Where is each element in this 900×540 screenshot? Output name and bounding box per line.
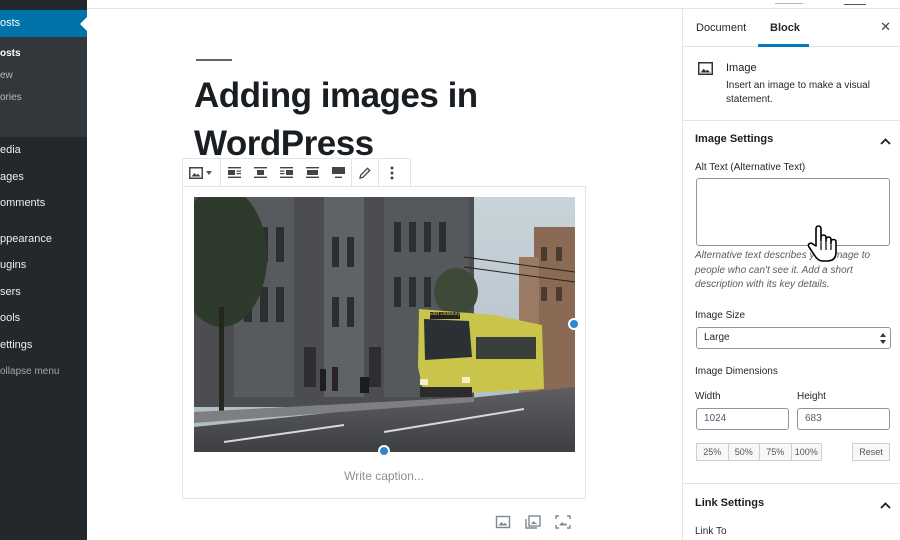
admin-menu-tools[interactable]: ools (0, 311, 20, 325)
link-settings-panel-toggle[interactable]: Link Settings (683, 485, 900, 521)
image-settings-panel-toggle[interactable]: Image Settings (683, 121, 900, 157)
submenu-categories[interactable]: ories (0, 91, 22, 105)
top-bar-control[interactable] (844, 0, 866, 5)
image-inserter-icon[interactable] (495, 515, 511, 534)
image-size-select[interactable]: Large (696, 327, 891, 349)
admin-menu-posts[interactable]: osts (0, 10, 87, 37)
editor-top-bar (87, 0, 900, 9)
width-label: Width (695, 391, 721, 402)
reset-dimensions-button[interactable]: Reset (852, 443, 890, 461)
block-inserters (495, 515, 571, 534)
admin-menu-posts-label: osts (0, 17, 21, 29)
block-card-title: Image (726, 62, 757, 74)
admin-menu-settings[interactable]: ettings (0, 338, 32, 352)
image-settings-title: Image Settings (695, 133, 774, 145)
full-width-button[interactable] (325, 159, 351, 186)
image-size-label: Image Size (695, 310, 746, 321)
admin-menu-plugins[interactable]: ugins (0, 258, 26, 272)
block-card: Image Insert an image to make a visual s… (683, 47, 900, 121)
link-settings-title: Link Settings (695, 497, 765, 509)
admin-menu-pages[interactable]: ages (0, 170, 24, 184)
image-size-value: Large (704, 332, 730, 343)
resize-handle-bottom[interactable] (378, 445, 390, 457)
align-right-button[interactable] (273, 159, 299, 186)
alt-text-field[interactable] (696, 178, 890, 246)
admin-sidebar: osts osts ew ories edia ages omments ppe… (0, 0, 87, 540)
panel-divider (682, 120, 900, 121)
sidebar-tabs: Document Block ✕ (683, 9, 900, 47)
align-right-icon (279, 167, 293, 178)
more-group (379, 159, 405, 186)
resize-handle-right[interactable] (568, 318, 580, 330)
chevron-up-icon (880, 132, 891, 150)
image-block-icon (698, 62, 713, 80)
block-card-description: Insert an image to make a visual stateme… (726, 80, 870, 105)
width-input[interactable]: 1024 (696, 408, 789, 430)
more-vertical-icon (390, 166, 394, 179)
wide-width-icon (305, 167, 319, 178)
post-title[interactable]: Adding images in WordPress (194, 72, 634, 168)
block-toolbar (182, 158, 411, 187)
admin-menu-media[interactable]: edia (0, 143, 21, 157)
wide-width-button[interactable] (299, 159, 325, 186)
align-left-icon (227, 167, 241, 178)
height-input[interactable]: 683 (797, 408, 890, 430)
edit-group (352, 159, 379, 186)
height-label: Height (797, 391, 826, 402)
more-options-button[interactable] (379, 159, 405, 186)
tram-destination-sign: East Didsbury (429, 311, 461, 317)
top-bar-control[interactable] (775, 0, 803, 4)
close-icon[interactable]: ✕ (880, 19, 891, 35)
admin-menu-users[interactable]: sers (0, 285, 21, 299)
caption-input[interactable]: Write caption... (183, 469, 585, 483)
image-dimensions-label: Image Dimensions (695, 366, 778, 377)
collapse-menu-button[interactable]: ollapse menu (0, 365, 59, 379)
title-separator (196, 59, 232, 61)
cover-inserter-icon[interactable] (555, 515, 571, 534)
chevron-down-icon (206, 170, 212, 175)
panel-divider (683, 483, 900, 484)
scale-50-button[interactable]: 50% (727, 443, 759, 461)
alt-text-help: Alternative text describes your image to… (695, 250, 871, 290)
tab-block[interactable]: Block (770, 22, 800, 34)
hand-cursor-icon (806, 224, 840, 269)
tab-document[interactable]: Document (696, 22, 746, 34)
pencil-icon (359, 166, 371, 179)
chevron-up-icon (880, 496, 891, 514)
admin-menu-appearance[interactable]: ppearance (0, 232, 52, 246)
link-to-label: Link To (695, 526, 727, 537)
scale-button-group: 25% 50% 75% 100% (696, 443, 822, 461)
image-block-icon (189, 166, 203, 179)
settings-sidebar: Document Block ✕ Image Insert an image t… (682, 9, 900, 540)
admin-menu-comments[interactable]: omments (0, 196, 45, 210)
scale-100-button[interactable]: 100% (790, 443, 822, 461)
block-image[interactable]: East Didsbury (194, 197, 575, 452)
alt-text-label: Alt Text (Alternative Text) (695, 162, 806, 173)
align-center-button[interactable] (247, 159, 273, 186)
block-switcher[interactable] (183, 159, 221, 186)
select-arrows-icon (880, 332, 886, 352)
scale-25-button[interactable]: 25% (696, 443, 728, 461)
gallery-inserter-icon[interactable] (525, 515, 541, 534)
full-width-icon (331, 167, 345, 178)
alignment-group (221, 159, 352, 186)
edit-image-button[interactable] (352, 159, 378, 186)
align-center-icon (253, 167, 267, 178)
submenu-all-posts[interactable]: osts (0, 47, 21, 61)
scale-75-button[interactable]: 75% (759, 443, 791, 461)
submenu-add-new[interactable]: ew (0, 69, 13, 83)
align-left-button[interactable] (221, 159, 247, 186)
